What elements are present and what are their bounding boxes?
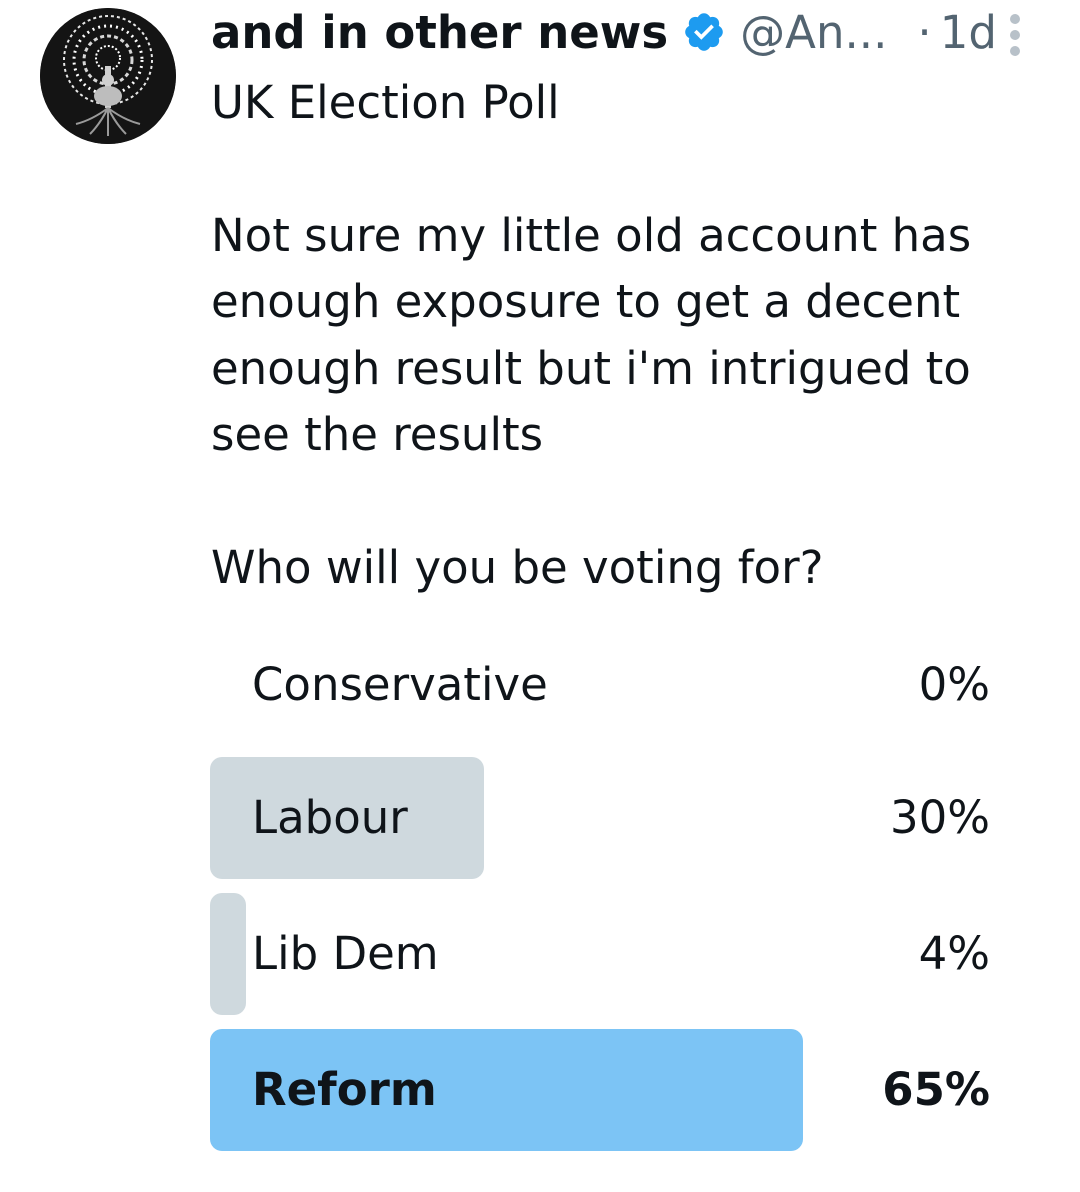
line-break — [211, 469, 1031, 535]
tweet-line-question: Who will you be voting for? — [211, 540, 824, 594]
poll-option-label: Reform — [252, 1063, 437, 1116]
tree-avatar-icon — [40, 8, 176, 144]
poll-option-percent: 4% — [918, 927, 990, 980]
tweet-line-title: UK Election Poll — [211, 76, 560, 129]
avatar[interactable] — [40, 8, 176, 144]
poll-option-percent: 30% — [889, 791, 990, 844]
poll-option-conservative: Conservative 0% — [210, 624, 990, 746]
tweet-header: and in other news @An... · 1d — [211, 4, 1040, 60]
display-name[interactable]: and in other news — [211, 6, 668, 59]
poll-option-label: Labour — [252, 791, 408, 844]
line-break — [211, 137, 1031, 203]
poll-option-percent: 0% — [918, 658, 990, 711]
poll-option-labour: Labour 30% — [210, 757, 990, 879]
verified-badge-icon[interactable] — [682, 10, 726, 54]
poll-footer-cutoff — [400, 1178, 620, 1192]
timestamp[interactable]: 1d — [940, 6, 997, 59]
handle[interactable]: @An... — [740, 6, 887, 59]
poll-option-label: Lib Dem — [252, 927, 439, 980]
more-vertical-icon[interactable] — [1008, 14, 1022, 56]
poll-option-reform: Reform 65% — [210, 1029, 990, 1151]
separator-dot: · — [917, 5, 932, 59]
poll-option-lib-dem: Lib Dem 4% — [210, 893, 990, 1015]
poll-bar — [210, 893, 246, 1015]
tweet[interactable]: and in other news @An... · 1d UK Electio… — [0, 0, 1080, 1192]
tweet-text: UK Election Poll Not sure my little old … — [211, 70, 1031, 601]
tweet-line-body: Not sure my little old account has enoug… — [211, 208, 972, 462]
poll-option-label: Conservative — [252, 658, 548, 711]
poll-option-percent: 65% — [882, 1063, 990, 1116]
